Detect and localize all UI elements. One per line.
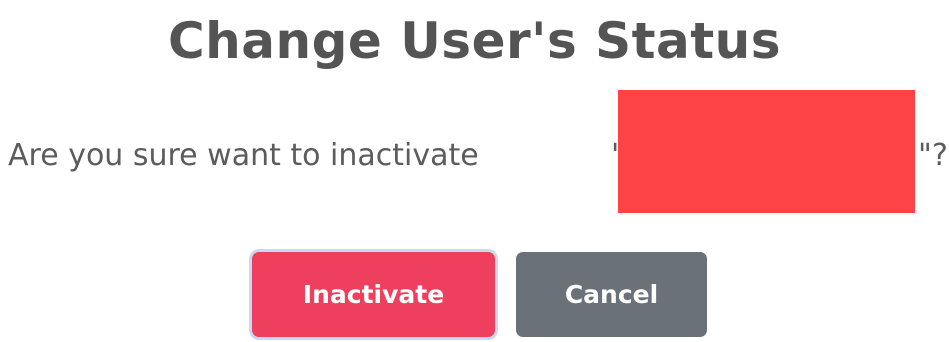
- redacted-username-block: [618, 90, 915, 213]
- change-status-dialog: Change User's Status Are you sure want t…: [0, 0, 949, 342]
- cancel-button[interactable]: Cancel: [516, 252, 707, 337]
- message-prefix: Are you sure want to inactivate: [8, 138, 479, 173]
- message-quote-close: ": [918, 138, 932, 173]
- inactivate-button[interactable]: Inactivate: [252, 252, 495, 337]
- dialog-title: Change User's Status: [167, 12, 782, 70]
- message-question-mark: ?: [932, 138, 948, 173]
